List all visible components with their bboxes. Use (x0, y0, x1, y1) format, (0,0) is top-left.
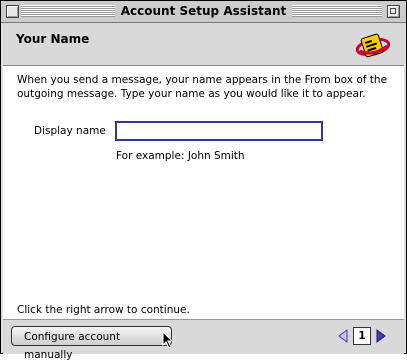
left-arrow-icon[interactable] (335, 328, 351, 344)
mouse-pointer-icon (162, 331, 174, 349)
intro-text: When you send a message, your name appea… (17, 74, 388, 100)
content-area: When you send a message, your name appea… (3, 67, 404, 319)
configure-manually-button[interactable]: Configure account manually (11, 326, 172, 361)
close-box-icon[interactable] (6, 5, 19, 18)
display-name-label: Display name (34, 125, 106, 137)
title-bar[interactable]: Account Setup Assistant (1, 1, 406, 23)
footer-bar: Configure account manually 1 (3, 319, 404, 361)
example-text: For example: John Smith (116, 150, 245, 162)
display-name-input[interactable] (115, 121, 323, 141)
page-number: 1 (353, 327, 371, 345)
continue-hint: Click the right arrow to continue. (17, 304, 190, 316)
step-header: Your Name (3, 23, 404, 66)
mail-envelope-logo-icon (356, 33, 390, 58)
window-title: Account Setup Assistant (114, 3, 293, 20)
right-arrow-icon[interactable] (373, 328, 389, 344)
step-title: Your Name (16, 32, 90, 46)
zoom-box-icon[interactable] (387, 5, 400, 18)
assistant-window: Account Setup Assistant Your Name When y… (0, 0, 407, 361)
